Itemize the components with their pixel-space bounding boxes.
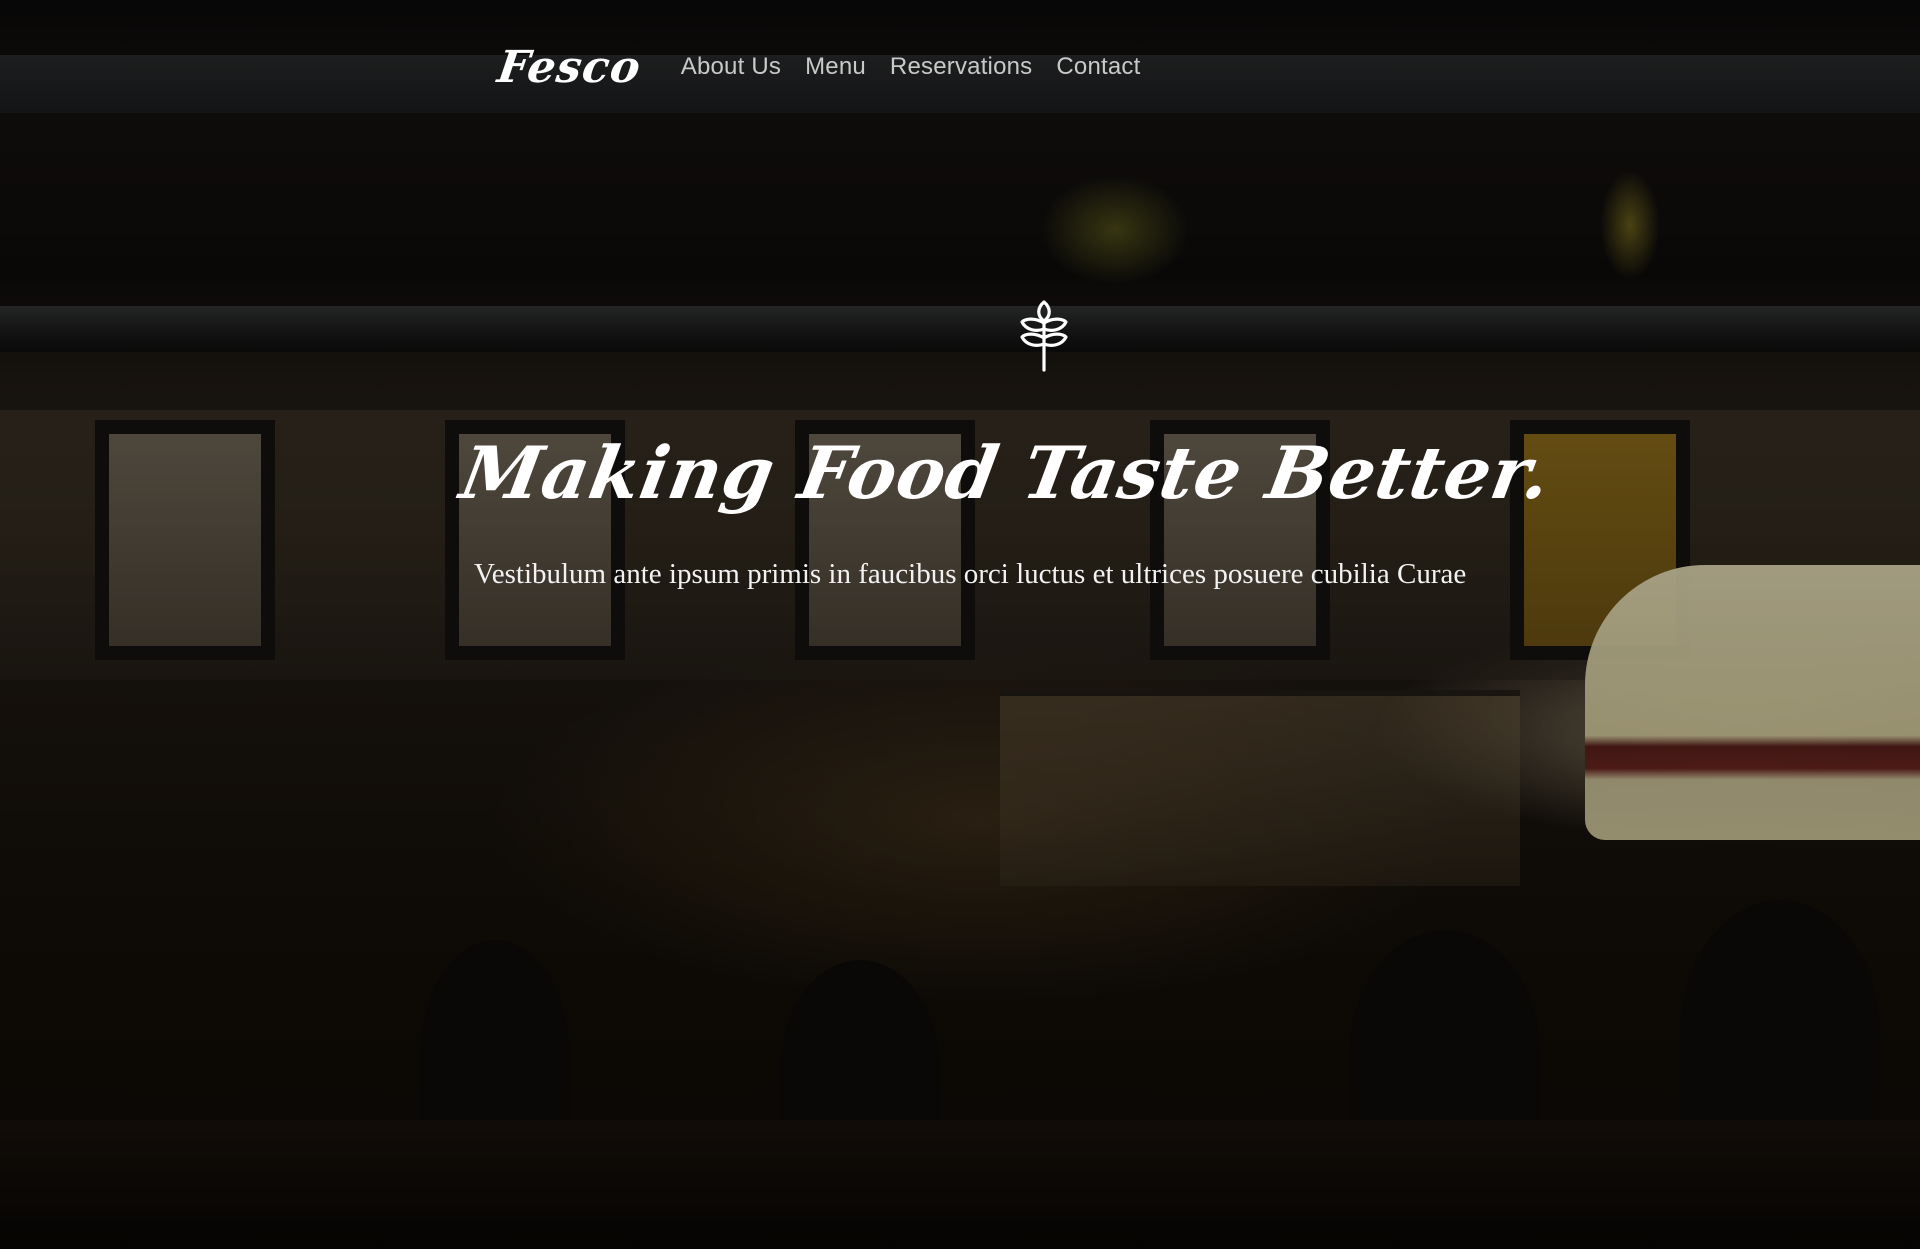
restaurant-background-image (0, 0, 1920, 1249)
nav-link-about-us[interactable]: About Us (681, 53, 781, 81)
hero-section: Fesco About Us Menu Reservations Contact… (0, 0, 1920, 1249)
wheat-icon (1020, 300, 1068, 372)
nav-link-reservations[interactable]: Reservations (890, 53, 1032, 81)
logo[interactable]: Fesco (494, 42, 644, 93)
nav-link-menu[interactable]: Menu (805, 53, 866, 81)
main-nav: Fesco About Us Menu Reservations Contact (494, 32, 1165, 102)
hero-subtitle: Vestibulum ante ipsum primis in faucibus… (474, 558, 1467, 590)
hero-title: Making Food Taste Better. (454, 430, 1558, 515)
nav-link-contact[interactable]: Contact (1056, 53, 1140, 81)
dark-overlay (0, 0, 1920, 1249)
